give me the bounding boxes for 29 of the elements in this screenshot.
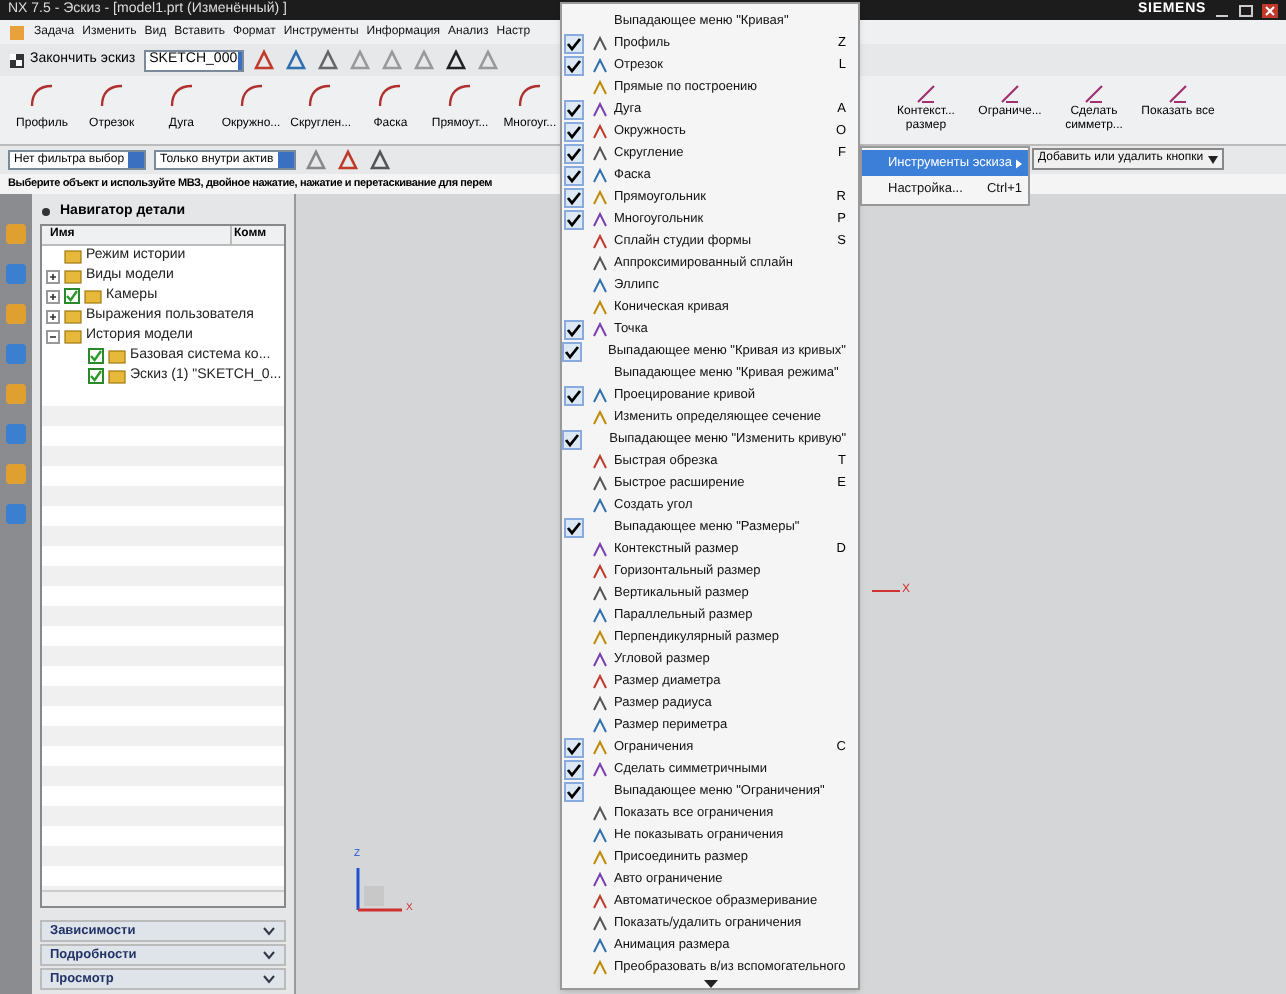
expander-toggle[interactable] [46, 269, 60, 283]
curve-icon [97, 82, 126, 110]
app-icon [8, 23, 26, 41]
expander-toggle[interactable] [46, 309, 60, 323]
curve-icon [306, 82, 335, 110]
expander-toggle[interactable] [46, 329, 60, 343]
curve-icon [28, 82, 56, 110]
dimension-icon [998, 82, 1022, 104]
checkbox-checked[interactable] [88, 368, 104, 384]
curve-icon [167, 82, 196, 110]
checkbox-checked[interactable] [88, 348, 104, 364]
curve-icon [237, 82, 266, 110]
scroll-down-icon[interactable] [703, 980, 717, 988]
dimension-icon [1082, 82, 1106, 104]
checkered-flag-icon [8, 51, 26, 69]
horizontal-axis [872, 590, 900, 592]
close-icon[interactable] [1262, 3, 1278, 17]
horizontal-scrollbar[interactable] [42, 890, 284, 906]
submenu-arrow-icon [1015, 157, 1022, 169]
checkbox-checked[interactable] [64, 288, 80, 304]
dimension-icon [1166, 82, 1190, 104]
caret-icon [1207, 155, 1218, 163]
maximize-icon[interactable] [1238, 3, 1254, 17]
tool-icon[interactable] [315, 48, 340, 72]
dimension-icon [914, 82, 938, 104]
curve-icon [376, 82, 405, 110]
curve-icon [446, 82, 475, 110]
curve-icon [515, 82, 544, 110]
expander-toggle[interactable] [46, 289, 60, 303]
